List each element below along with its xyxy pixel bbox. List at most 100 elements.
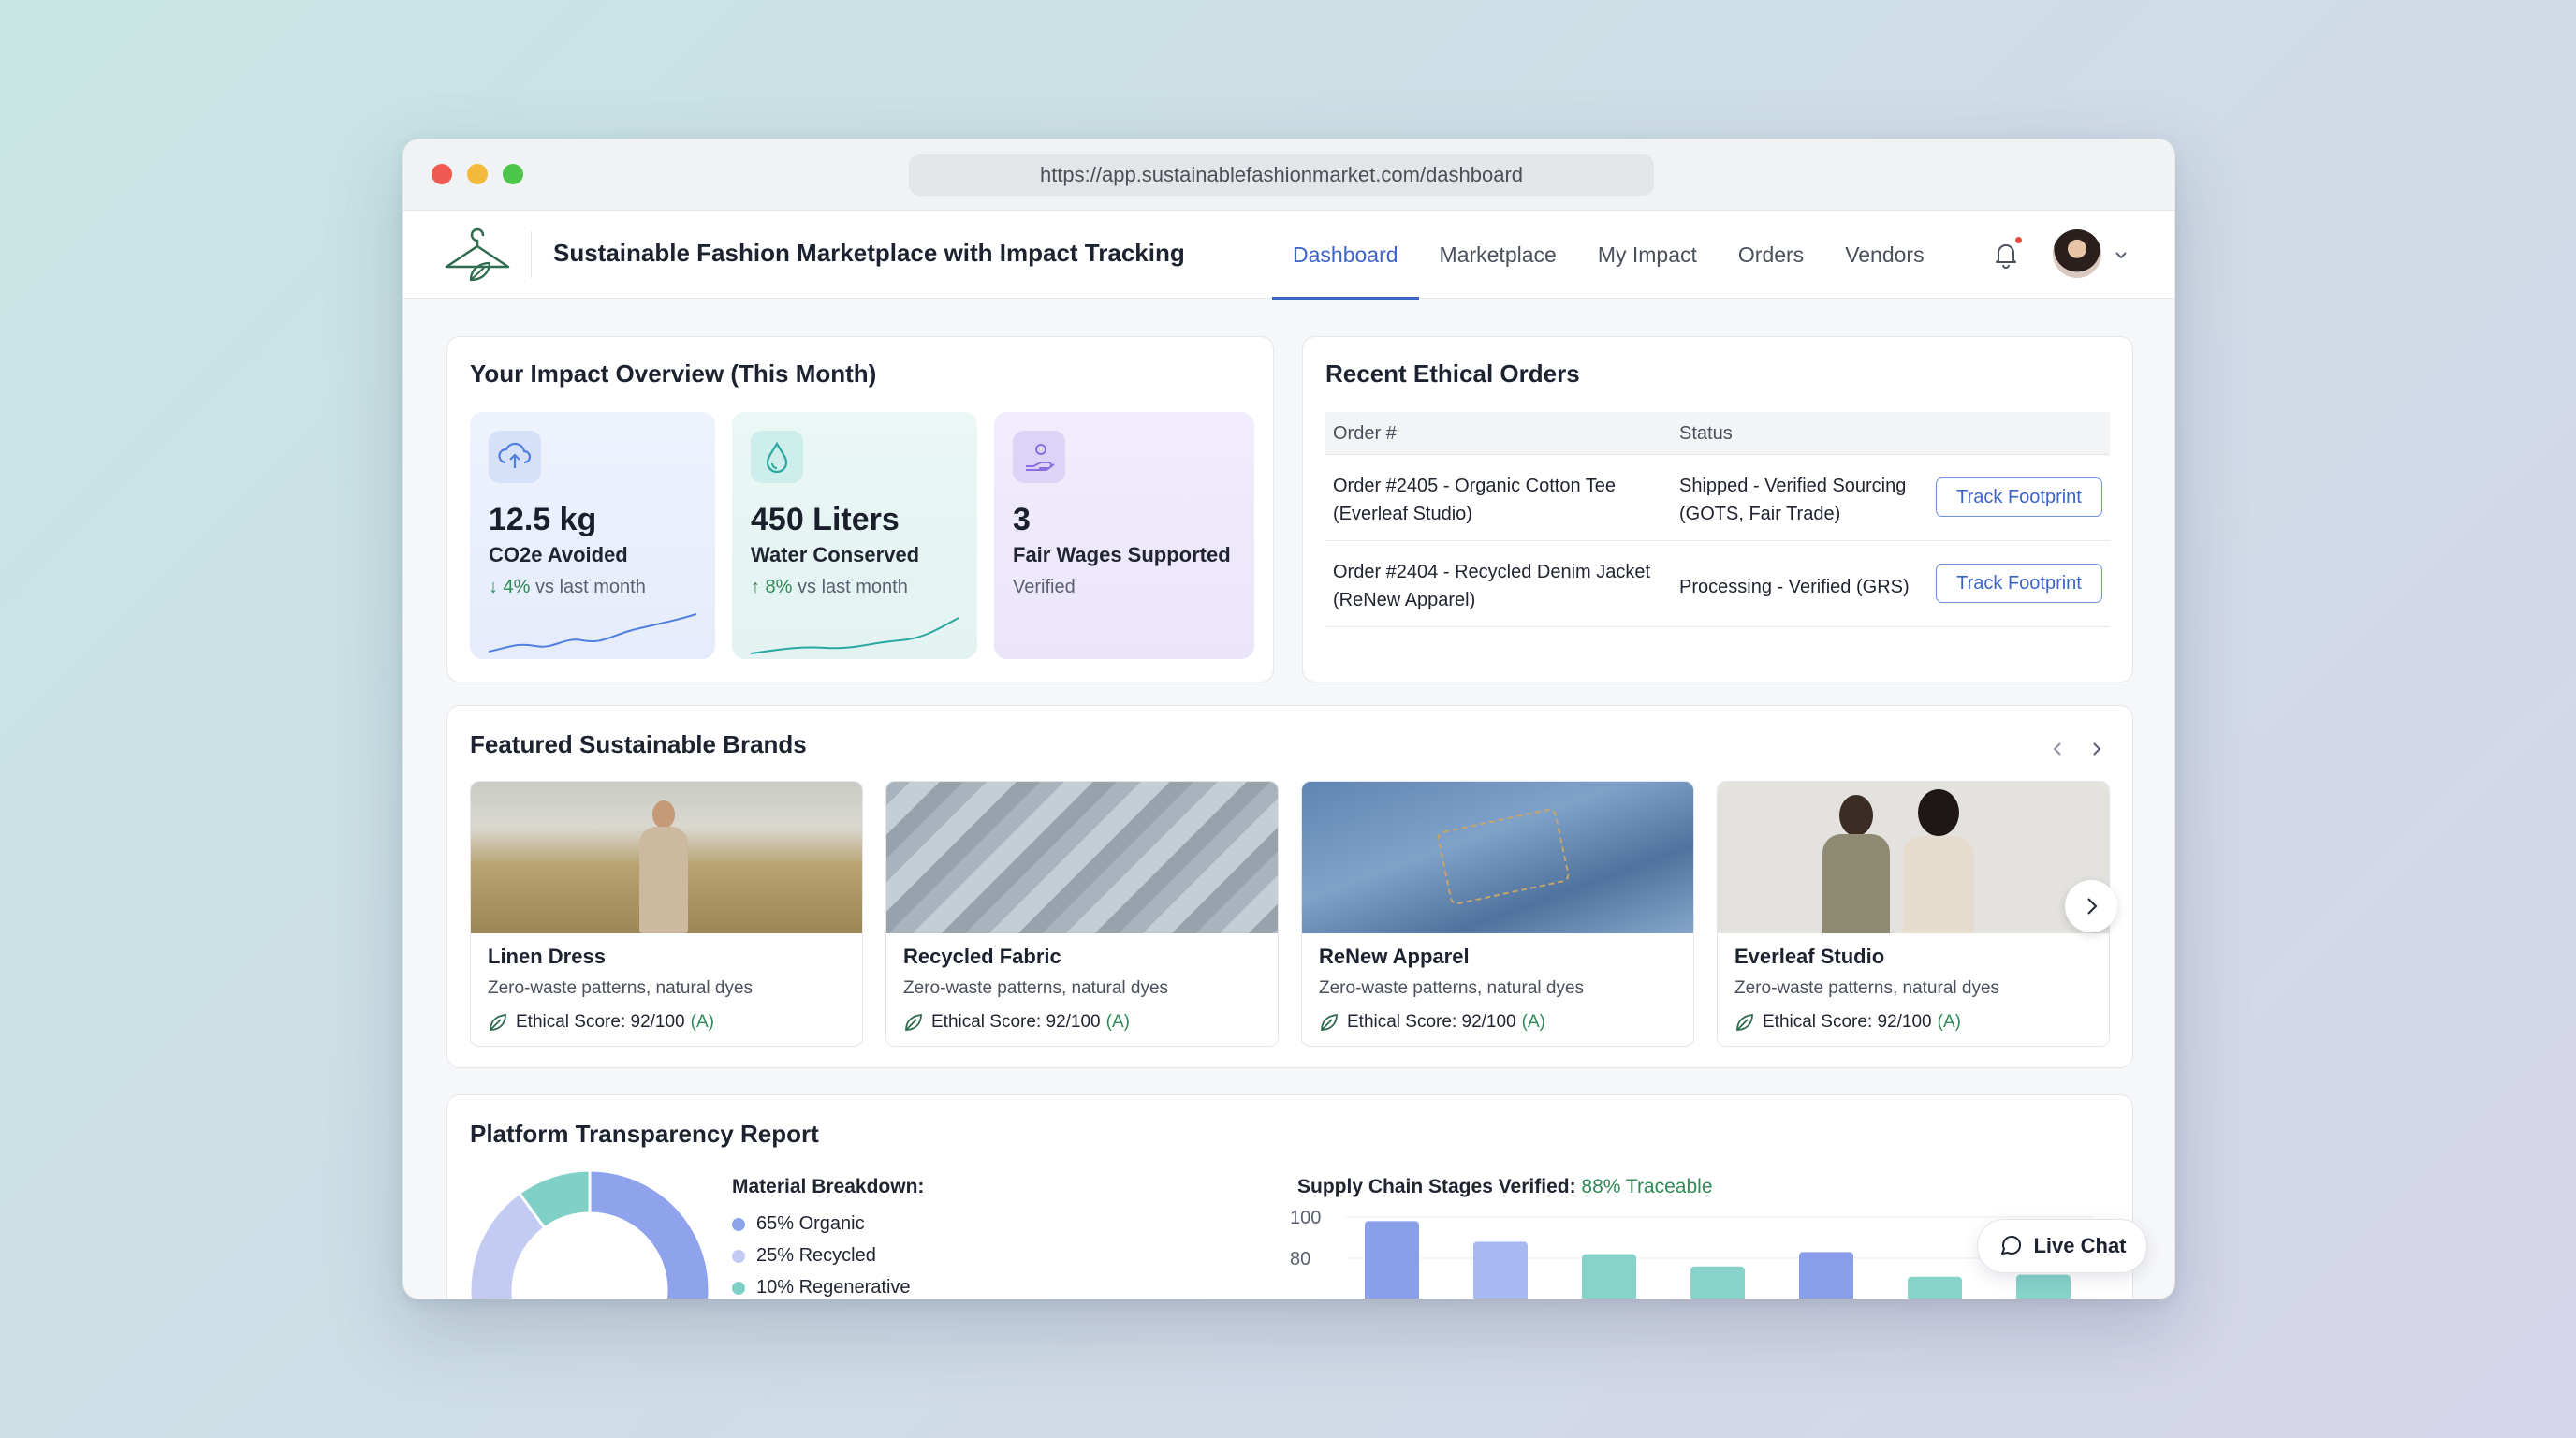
y-tick-label: 100 [1290, 1208, 1321, 1228]
brand-name: ReNew Apparel [1319, 945, 1470, 968]
nav-orders[interactable]: Orders [1718, 211, 1824, 299]
brand-image [1718, 782, 2109, 933]
brand-name: Everleaf Studio [1734, 945, 1885, 968]
brand-score: Ethical Score: 92/100 (A) [488, 1012, 714, 1033]
stat-fair-wages-status: Verified [1013, 577, 1076, 597]
bar-6 [2016, 1274, 2071, 1299]
recent-orders-title: Recent Ethical Orders [1325, 360, 1580, 388]
water-sparkline [751, 617, 959, 654]
hand-heart-icon [1013, 431, 1065, 483]
avatar[interactable] [2053, 229, 2101, 278]
brand-score: Ethical Score: 92/100 (A) [1319, 1012, 1545, 1033]
maximize-window-button[interactable] [503, 164, 523, 184]
order-cell: Order #2405 - Organic Cotton Tee (Everlea… [1333, 476, 1617, 524]
brand-image [886, 782, 1278, 933]
brand-description: Zero-waste patterns, natural dyes [1734, 978, 2000, 998]
brand-image [471, 782, 862, 933]
water-drop-icon [751, 431, 803, 483]
brand-description: Zero-waste patterns, natural dyes [1319, 978, 1585, 998]
track-footprint-button[interactable]: Track Footprint [1936, 477, 2102, 517]
stat-co2-delta: ↓ 4% vs last month [489, 577, 646, 597]
impact-overview-title: Your Impact Overview (This Month) [470, 360, 877, 388]
header-divider [531, 231, 532, 278]
featured-brands-card: Featured Sustainable Brands Linen Dress … [446, 705, 2133, 1068]
app-title: Sustainable Fashion Marketplace with Imp… [553, 239, 1185, 267]
carousel-next-button[interactable] [2065, 880, 2117, 932]
brand-description: Zero-waste patterns, natural dyes [488, 978, 754, 998]
table-row: Order #2405 - Organic Cotton Tee (Everlea… [1325, 455, 2110, 541]
address-bar[interactable]: https://app.sustainablefashionmarket.com… [909, 154, 1654, 196]
notification-badge [2013, 235, 2024, 245]
bar-3 [1690, 1266, 1745, 1299]
bar-4 [1799, 1252, 1853, 1299]
leaf-icon [905, 1013, 922, 1031]
brand-image [1302, 782, 1693, 933]
bar-1 [1473, 1241, 1528, 1299]
stat-co2[interactable]: 12.5 kg CO2e Avoided ↓ 4% vs last month [470, 412, 715, 659]
browser-window: https://app.sustainablefashionmarket.com… [402, 139, 2175, 1299]
stat-water[interactable]: 450 Liters Water Conserved ↑ 8% vs last … [732, 412, 977, 659]
brand-description: Zero-waste patterns, natural dyes [903, 978, 1169, 998]
transparency-report-title: Platform Transparency Report [470, 1120, 819, 1148]
bar-0 [1365, 1221, 1419, 1299]
chevron-down-icon[interactable] [2113, 246, 2130, 263]
bar-2 [1582, 1254, 1636, 1299]
close-window-button[interactable] [432, 164, 452, 184]
brand-name: Recycled Fabric [903, 945, 1061, 968]
hanger-leaf-icon[interactable] [443, 227, 512, 284]
stat-co2-label: CO2e Avoided [489, 543, 628, 566]
brand-card-linen-dress[interactable]: Linen Dress Zero-waste patterns, natural… [470, 781, 863, 1047]
featured-brands-title: Featured Sustainable Brands [470, 730, 807, 758]
status-cell: Processing - Verified (GRS) [1679, 577, 1910, 597]
transparency-report-card: Platform Transparency Report Material Br… [446, 1094, 2133, 1299]
legend-swatch [732, 1249, 745, 1263]
brand-card-everleaf-studio[interactable]: Everleaf Studio Zero-waste patterns, nat… [1717, 781, 2110, 1047]
live-chat-button[interactable]: Live Chat [1977, 1219, 2147, 1273]
brand-card-recycled-fabric[interactable]: Recycled Fabric Zero-waste patterns, nat… [886, 781, 1279, 1047]
brand-score: Ethical Score: 92/100 (A) [1734, 1012, 1961, 1033]
stat-co2-value: 12.5 kg [489, 502, 597, 537]
leaf-icon [490, 1013, 506, 1031]
status-cell: Shipped - Verified Sourcing (GOTS, Fair T… [1679, 476, 1907, 524]
minimize-window-button[interactable] [467, 164, 488, 184]
stat-water-label: Water Conserved [751, 543, 920, 566]
nav-my-impact[interactable]: My Impact [1577, 211, 1718, 299]
legend-organic: 65% Organic [732, 1213, 865, 1235]
impact-overview-card: Your Impact Overview (This Month) 12.5 k… [446, 336, 1274, 682]
recent-orders-card: Recent Ethical Orders Order # Status Ord… [1302, 336, 2133, 682]
main-nav: Dashboard Marketplace My Impact Orders V… [1272, 211, 1945, 300]
material-donut-chart [470, 1170, 710, 1299]
leaf-icon [1321, 1013, 1338, 1031]
stat-water-value: 450 Liters [751, 502, 900, 537]
orders-table-header: Order # Status [1325, 412, 2110, 455]
bar-5 [1908, 1276, 1962, 1299]
chevron-right-icon [2087, 898, 2098, 915]
column-order: Order # [1333, 423, 1397, 444]
co2-sparkline [489, 613, 696, 653]
material-breakdown-title: Material Breakdown: [732, 1176, 925, 1197]
track-footprint-button[interactable]: Track Footprint [1936, 564, 2102, 603]
chat-bubble-icon [2001, 1236, 2022, 1255]
legend-swatch [732, 1217, 745, 1231]
stat-water-delta: ↑ 8% vs last month [751, 577, 908, 597]
column-status: Status [1679, 423, 1733, 444]
browser-titlebar: https://app.sustainablefashionmarket.com… [403, 139, 2174, 211]
brand-score: Ethical Score: 92/100 (A) [903, 1012, 1130, 1033]
supply-chain-title: Supply Chain Stages Verified: 88% Tracea… [1297, 1176, 1713, 1197]
brand-name: Linen Dress [488, 945, 606, 968]
app-header: Sustainable Fashion Marketplace with Imp… [403, 211, 2174, 300]
y-tick-label: 80 [1290, 1249, 1310, 1269]
chevron-right-icon[interactable] [2084, 736, 2110, 762]
chevron-left-icon[interactable] [2044, 736, 2071, 762]
stat-fair-wages-value: 3 [1013, 502, 1031, 537]
stat-fair-wages-label: Fair Wages Supported [1013, 543, 1231, 566]
table-row: Order #2404 - Recycled Denim Jacket (ReNe… [1325, 541, 2110, 627]
legend-recycled: 25% Recycled [732, 1245, 876, 1267]
nav-dashboard[interactable]: Dashboard [1272, 211, 1419, 300]
brand-card-renew-apparel[interactable]: ReNew Apparel Zero-waste patterns, natur… [1301, 781, 1694, 1047]
nav-marketplace[interactable]: Marketplace [1419, 211, 1577, 299]
nav-vendors[interactable]: Vendors [1824, 211, 1944, 299]
cloud-upload-icon [489, 431, 541, 483]
leaf-icon [1736, 1013, 1753, 1031]
stat-fair-wages[interactable]: 3 Fair Wages Supported Verified [994, 412, 1254, 659]
